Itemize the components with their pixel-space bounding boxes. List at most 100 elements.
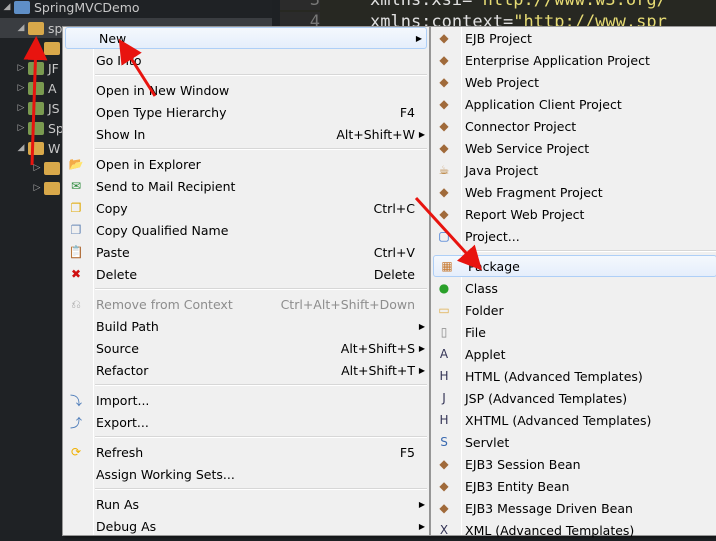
- web-project-icon: ◆: [439, 75, 449, 89]
- menu-item-label: Servlet: [465, 434, 510, 450]
- menu-item-go-into[interactable]: Go Into: [63, 49, 429, 71]
- html-icon: H: [439, 369, 449, 383]
- menu-item-new[interactable]: New ▶: [65, 27, 427, 49]
- menu-item-web-service-project[interactable]: ◆ Web Service Project: [431, 137, 716, 159]
- tree-item-label: JS: [48, 100, 60, 116]
- menu-item-project[interactable]: ▢ Project...: [431, 225, 716, 247]
- menu-item-label: XML (Advanced Templates): [465, 522, 635, 538]
- menu-item-label: Open in Explorer: [96, 156, 201, 172]
- menu-item-folder[interactable]: ▭ Folder: [431, 299, 716, 321]
- menu-separator: [63, 433, 429, 441]
- tree-item-label: sp: [48, 20, 63, 36]
- menu-item-application-client-project[interactable]: ◆ Application Client Project: [431, 93, 716, 115]
- servlet-icon: S: [440, 435, 448, 449]
- file-icon: ▯: [440, 325, 448, 339]
- new-submenu: ◆ EJB Project ◆ Enterprise Application Proj…: [430, 26, 716, 538]
- menu-item-ejb3-entity-bean[interactable]: ◆ EJB3 Entity Bean: [431, 475, 716, 497]
- remove-context-icon: ⎌: [71, 296, 81, 311]
- menu-item-paste[interactable]: 📋 Paste Ctrl+V: [63, 241, 429, 263]
- code-line: xmlns:xsi="http://www.w3.org/: [370, 0, 667, 10]
- expand-icon[interactable]: ▷: [14, 103, 28, 113]
- shortcut-label: F4: [399, 104, 415, 120]
- menu-item-html-advanced-templates[interactable]: H HTML (Advanced Templates): [431, 365, 716, 387]
- java-project-icon: ☕: [438, 163, 450, 177]
- menu-item-label: Web Service Project: [465, 140, 590, 156]
- menu-separator: [63, 381, 429, 389]
- menu-item-show-in[interactable]: Show In Alt+Shift+W ▶: [63, 123, 429, 145]
- menu-item-label: Enterprise Application Project: [465, 52, 650, 68]
- menu-item-label: Folder: [465, 302, 504, 318]
- menu-item-label: HTML (Advanced Templates): [465, 368, 643, 384]
- menu-item-label: Project...: [465, 228, 520, 244]
- menu-item-debug-as[interactable]: Debug As ▶: [63, 515, 429, 537]
- menu-item-open-type-hierarchy[interactable]: Open Type Hierarchy F4: [63, 101, 429, 123]
- menu-separator: [63, 485, 429, 493]
- menu-item-xml-advanced-templates[interactable]: X XML (Advanced Templates): [431, 519, 716, 541]
- menu-item-copy-qualified-name[interactable]: ❐ Copy Qualified Name: [63, 219, 429, 241]
- shortcut-label: Alt+Shift+T: [341, 362, 415, 378]
- menu-item-run-as[interactable]: Run As ▶: [63, 493, 429, 515]
- menu-item-label: Paste: [96, 244, 130, 260]
- tree-node-icon: [44, 41, 60, 55]
- menu-item-xhtml-advanced-templates[interactable]: H XHTML (Advanced Templates): [431, 409, 716, 431]
- menu-item-label: Java Project: [465, 162, 539, 178]
- class-icon: ●: [438, 281, 450, 295]
- menu-item-label: Class: [465, 280, 498, 296]
- tree-item-project[interactable]: ◢ SpringMVCDemo: [0, 0, 272, 17]
- menu-item-label: Go Into: [96, 52, 142, 68]
- menu-item-copy[interactable]: ❐ Copy Ctrl+C: [63, 197, 429, 219]
- menu-item-package[interactable]: ▦ Package: [433, 255, 716, 277]
- paste-icon: 📋: [68, 245, 84, 259]
- menu-item-refactor[interactable]: Refactor Alt+Shift+T ▶: [63, 359, 429, 381]
- menu-item-open-in-new-window[interactable]: Open in New Window: [63, 79, 429, 101]
- expand-icon[interactable]: ◢: [14, 143, 28, 153]
- menu-item-label: Send to Mail Recipient: [96, 178, 236, 194]
- menu-item-applet[interactable]: A Applet: [431, 343, 716, 365]
- web-service-icon: ◆: [439, 141, 449, 155]
- menu-item-label: EJB3 Message Driven Bean: [465, 500, 633, 516]
- expand-icon[interactable]: ▷: [14, 123, 28, 133]
- menu-item-source[interactable]: Source Alt+Shift+S ▶: [63, 337, 429, 359]
- expand-icon[interactable]: ▷: [30, 183, 44, 193]
- expand-icon[interactable]: ◢: [14, 23, 28, 33]
- menu-item-servlet[interactable]: S Servlet: [431, 431, 716, 453]
- expand-icon[interactable]: ▷: [14, 83, 28, 93]
- menu-item-build-path[interactable]: Build Path ▶: [63, 315, 429, 337]
- expand-icon[interactable]: ▷: [14, 63, 28, 73]
- menu-item-label: JSP (Advanced Templates): [465, 390, 628, 406]
- menu-item-enterprise-application-project[interactable]: ◆ Enterprise Application Project: [431, 49, 716, 71]
- ear-project-icon: ◆: [439, 53, 449, 67]
- menu-item-label: Copy Qualified Name: [96, 222, 229, 238]
- menu-item-web-fragment-project[interactable]: ◆ Web Fragment Project: [431, 181, 716, 203]
- menu-item-open-in-explorer[interactable]: 📂 Open in Explorer: [63, 153, 429, 175]
- menu-item-class[interactable]: ● Class: [431, 277, 716, 299]
- menu-item-label: EJB Project: [465, 30, 532, 46]
- expand-icon[interactable]: ▷: [30, 163, 44, 173]
- expand-icon[interactable]: ◢: [0, 2, 14, 12]
- submenu-arrow-icon: ▶: [418, 499, 425, 509]
- menu-item-web-project[interactable]: ◆ Web Project: [431, 71, 716, 93]
- menu-item-export[interactable]: ⤴ Export...: [63, 411, 429, 433]
- menu-item-file[interactable]: ▯ File: [431, 321, 716, 343]
- menu-item-connector-project[interactable]: ◆ Connector Project: [431, 115, 716, 137]
- menu-item-report-web-project[interactable]: ◆ Report Web Project: [431, 203, 716, 225]
- menu-item-jsp-advanced-templates[interactable]: J JSP (Advanced Templates): [431, 387, 716, 409]
- menu-item-ejb3-session-bean[interactable]: ◆ EJB3 Session Bean: [431, 453, 716, 475]
- tree-node-icon: [44, 181, 60, 195]
- menu-item-import[interactable]: ⤵ Import...: [63, 389, 429, 411]
- copy-qualified-icon: ❐: [70, 223, 82, 237]
- menu-item-assign-working-sets[interactable]: Assign Working Sets...: [63, 463, 429, 485]
- jsp-icon: J: [442, 391, 446, 405]
- project-icon: ▢: [438, 229, 450, 243]
- expand-icon[interactable]: ▷: [30, 43, 44, 53]
- menu-item-label: Build Path: [96, 318, 159, 334]
- menu-item-java-project[interactable]: ☕ Java Project: [431, 159, 716, 181]
- menu-item-remove-from-context: ⎌ Remove from Context Ctrl+Alt+Shift+Down: [63, 293, 429, 315]
- menu-item-refresh[interactable]: ⟳ Refresh F5: [63, 441, 429, 463]
- menu-item-delete[interactable]: ✖ Delete Delete: [63, 263, 429, 285]
- menu-item-ejb3-message-driven-bean[interactable]: ◆ EJB3 Message Driven Bean: [431, 497, 716, 519]
- menu-item-send-to-mail-recipient[interactable]: ✉ Send to Mail Recipient: [63, 175, 429, 197]
- menu-item-ejb-project[interactable]: ◆ EJB Project: [431, 27, 716, 49]
- shortcut-label: Ctrl+V: [373, 244, 415, 260]
- menu-item-label: Remove from Context: [96, 296, 233, 312]
